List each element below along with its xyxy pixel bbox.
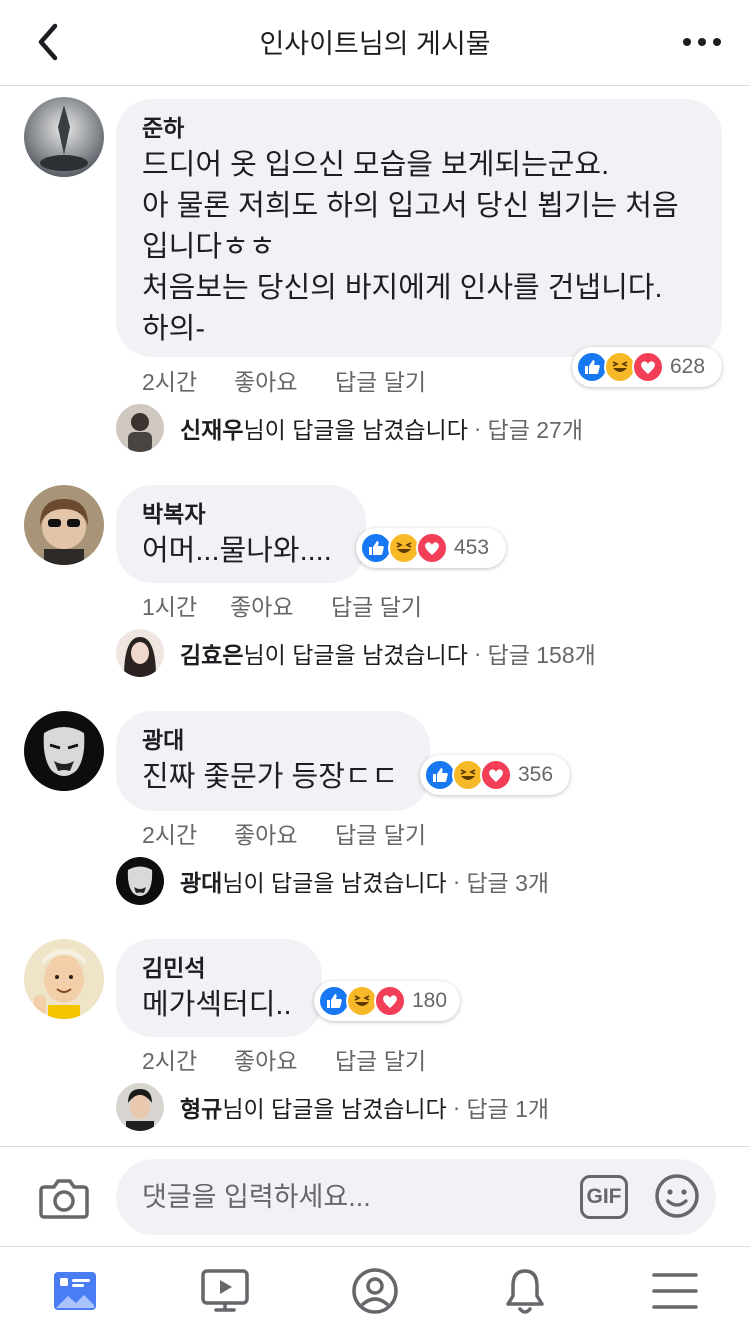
reply-author: 형규: [180, 1096, 223, 1122]
comment-actions: 1시간 좋아요 답글 달기: [142, 588, 422, 622]
comment-composer: GIF: [0, 1146, 750, 1246]
reply-count: 답글 158개: [487, 642, 596, 668]
emoji-icon: [655, 1174, 699, 1218]
avatar: [116, 404, 164, 452]
reaction-count: 356: [518, 763, 554, 786]
comment-author[interactable]: 광대: [142, 725, 404, 755]
tab-news-feed[interactable]: [0, 1247, 150, 1334]
comment-input[interactable]: [142, 1159, 562, 1235]
page-title: 인사이트님의 게시물: [259, 29, 491, 59]
reply-summary[interactable]: 광대 님이 답글을 남겼습니다 · 답글 3개: [116, 857, 549, 905]
avatar[interactable]: [24, 939, 104, 1019]
reply-button[interactable]: 답글 달기: [335, 363, 426, 397]
separator: ·: [452, 867, 461, 894]
menu-icon: [652, 1272, 698, 1309]
comment-time: 2시간: [142, 822, 198, 848]
profile-icon: [352, 1267, 398, 1314]
reply-text: 님이 답글을 남겼습니다: [222, 870, 447, 896]
comment-input-container[interactable]: GIF: [116, 1159, 716, 1235]
love-reaction-icon: [480, 759, 512, 791]
comment-list: 준하 드디어 옷 입으신 모습을 보게되는군요. 아 물론 저희도 하의 입고서…: [0, 87, 750, 1145]
separator: ·: [473, 639, 482, 666]
love-reaction-icon: [416, 532, 448, 564]
reply-button[interactable]: 답글 달기: [331, 588, 422, 622]
reply-summary[interactable]: 김효은 님이 답글을 남겼습니다 · 답글 158개: [116, 629, 596, 677]
reaction-count: 453: [454, 536, 490, 559]
comment-author[interactable]: 김민석: [142, 953, 296, 983]
top-nav-bar: 인사이트님의 게시물: [0, 0, 750, 86]
camera-button[interactable]: [38, 1173, 90, 1221]
reply-count: 답글 1개: [466, 1096, 550, 1122]
comment-bubble[interactable]: 준하 드디어 옷 입으신 모습을 보게되는군요. 아 물론 저희도 하의 입고서…: [116, 99, 722, 357]
tab-notifications[interactable]: [450, 1247, 600, 1334]
comment-text: 드디어 옷 입으신 모습을 보게되는군요. 아 물론 저희도 하의 입고서 당신…: [142, 149, 679, 345]
reaction-summary[interactable]: 453: [356, 528, 506, 568]
gif-button[interactable]: GIF: [580, 1175, 628, 1219]
more-options-button[interactable]: [680, 24, 724, 60]
reaction-count: 628: [670, 355, 706, 378]
reply-count: 답글 27개: [487, 417, 584, 443]
comment-actions: 2시간 좋아요 답글 달기: [142, 363, 426, 397]
comment-author[interactable]: 박복자: [142, 499, 340, 529]
separator: ·: [473, 414, 482, 441]
comment-text: 어머...물나와....: [142, 535, 332, 567]
reply-button[interactable]: 답글 달기: [335, 1042, 426, 1076]
tab-menu[interactable]: [600, 1247, 750, 1334]
tab-watch[interactable]: [150, 1247, 300, 1334]
tab-profile[interactable]: [300, 1247, 450, 1334]
love-reaction-icon: [374, 985, 406, 1017]
camera-icon: [39, 1179, 89, 1219]
reply-author: 광대: [180, 870, 223, 896]
comment-actions: 2시간 좋아요 답글 달기: [142, 816, 426, 850]
reply-text: 님이 답글을 남겼습니다: [222, 1096, 447, 1122]
comment-bubble[interactable]: 김민석 메가섹터디..: [116, 939, 322, 1037]
bottom-tab-bar: [0, 1246, 750, 1334]
comment-actions: 2시간 좋아요 답글 달기: [142, 1042, 426, 1076]
reply-button[interactable]: 답글 달기: [335, 816, 426, 850]
like-button[interactable]: 좋아요: [234, 363, 335, 397]
comment-time: 2시간: [142, 1048, 198, 1074]
reaction-summary[interactable]: 628: [572, 347, 722, 387]
reaction-summary[interactable]: 356: [420, 755, 570, 795]
news-feed-icon: [54, 1271, 96, 1310]
reply-count: 답글 3개: [466, 870, 550, 896]
bell-icon: [506, 1268, 544, 1314]
reply-author: 김효은: [180, 642, 244, 668]
avatar: [116, 857, 164, 905]
comment-bubble[interactable]: 박복자 어머...물나와....: [116, 485, 366, 583]
avatar: [116, 1083, 164, 1131]
reply-summary[interactable]: 형규 님이 답글을 남겼습니다 · 답글 1개: [116, 1083, 549, 1131]
like-button[interactable]: 좋아요: [234, 816, 335, 850]
reply-text: 님이 답글을 남겼습니다: [243, 417, 468, 443]
love-reaction-icon: [632, 351, 664, 383]
comment-time: 1시간: [142, 594, 198, 620]
more-dots-icon: [683, 38, 721, 46]
comment-bubble[interactable]: 광대 진짜 좇문가 등장ㄷㄷ: [116, 711, 430, 811]
comment-time: 2시간: [142, 369, 198, 395]
separator: ·: [452, 1093, 461, 1120]
avatar: [116, 629, 164, 677]
like-button[interactable]: 좋아요: [234, 1042, 335, 1076]
avatar[interactable]: [24, 485, 104, 565]
reply-summary[interactable]: 신재우 님이 답글을 남겼습니다 · 답글 27개: [116, 404, 583, 452]
gif-icon: GIF: [586, 1185, 622, 1208]
watch-icon: [201, 1268, 249, 1312]
reaction-count: 180: [412, 989, 448, 1012]
comment-text: 메가섹터디..: [142, 989, 292, 1021]
reply-author: 신재우: [180, 417, 244, 443]
comment-text: 진짜 좇문가 등장ㄷㄷ: [142, 761, 399, 793]
reply-text: 님이 답글을 남겼습니다: [243, 642, 468, 668]
avatar[interactable]: [24, 711, 104, 791]
reaction-summary[interactable]: 180: [314, 981, 460, 1021]
avatar[interactable]: [24, 97, 104, 177]
like-button[interactable]: 좋아요: [230, 588, 331, 622]
comment-author[interactable]: 준하: [142, 113, 696, 143]
emoji-button[interactable]: [654, 1173, 700, 1219]
